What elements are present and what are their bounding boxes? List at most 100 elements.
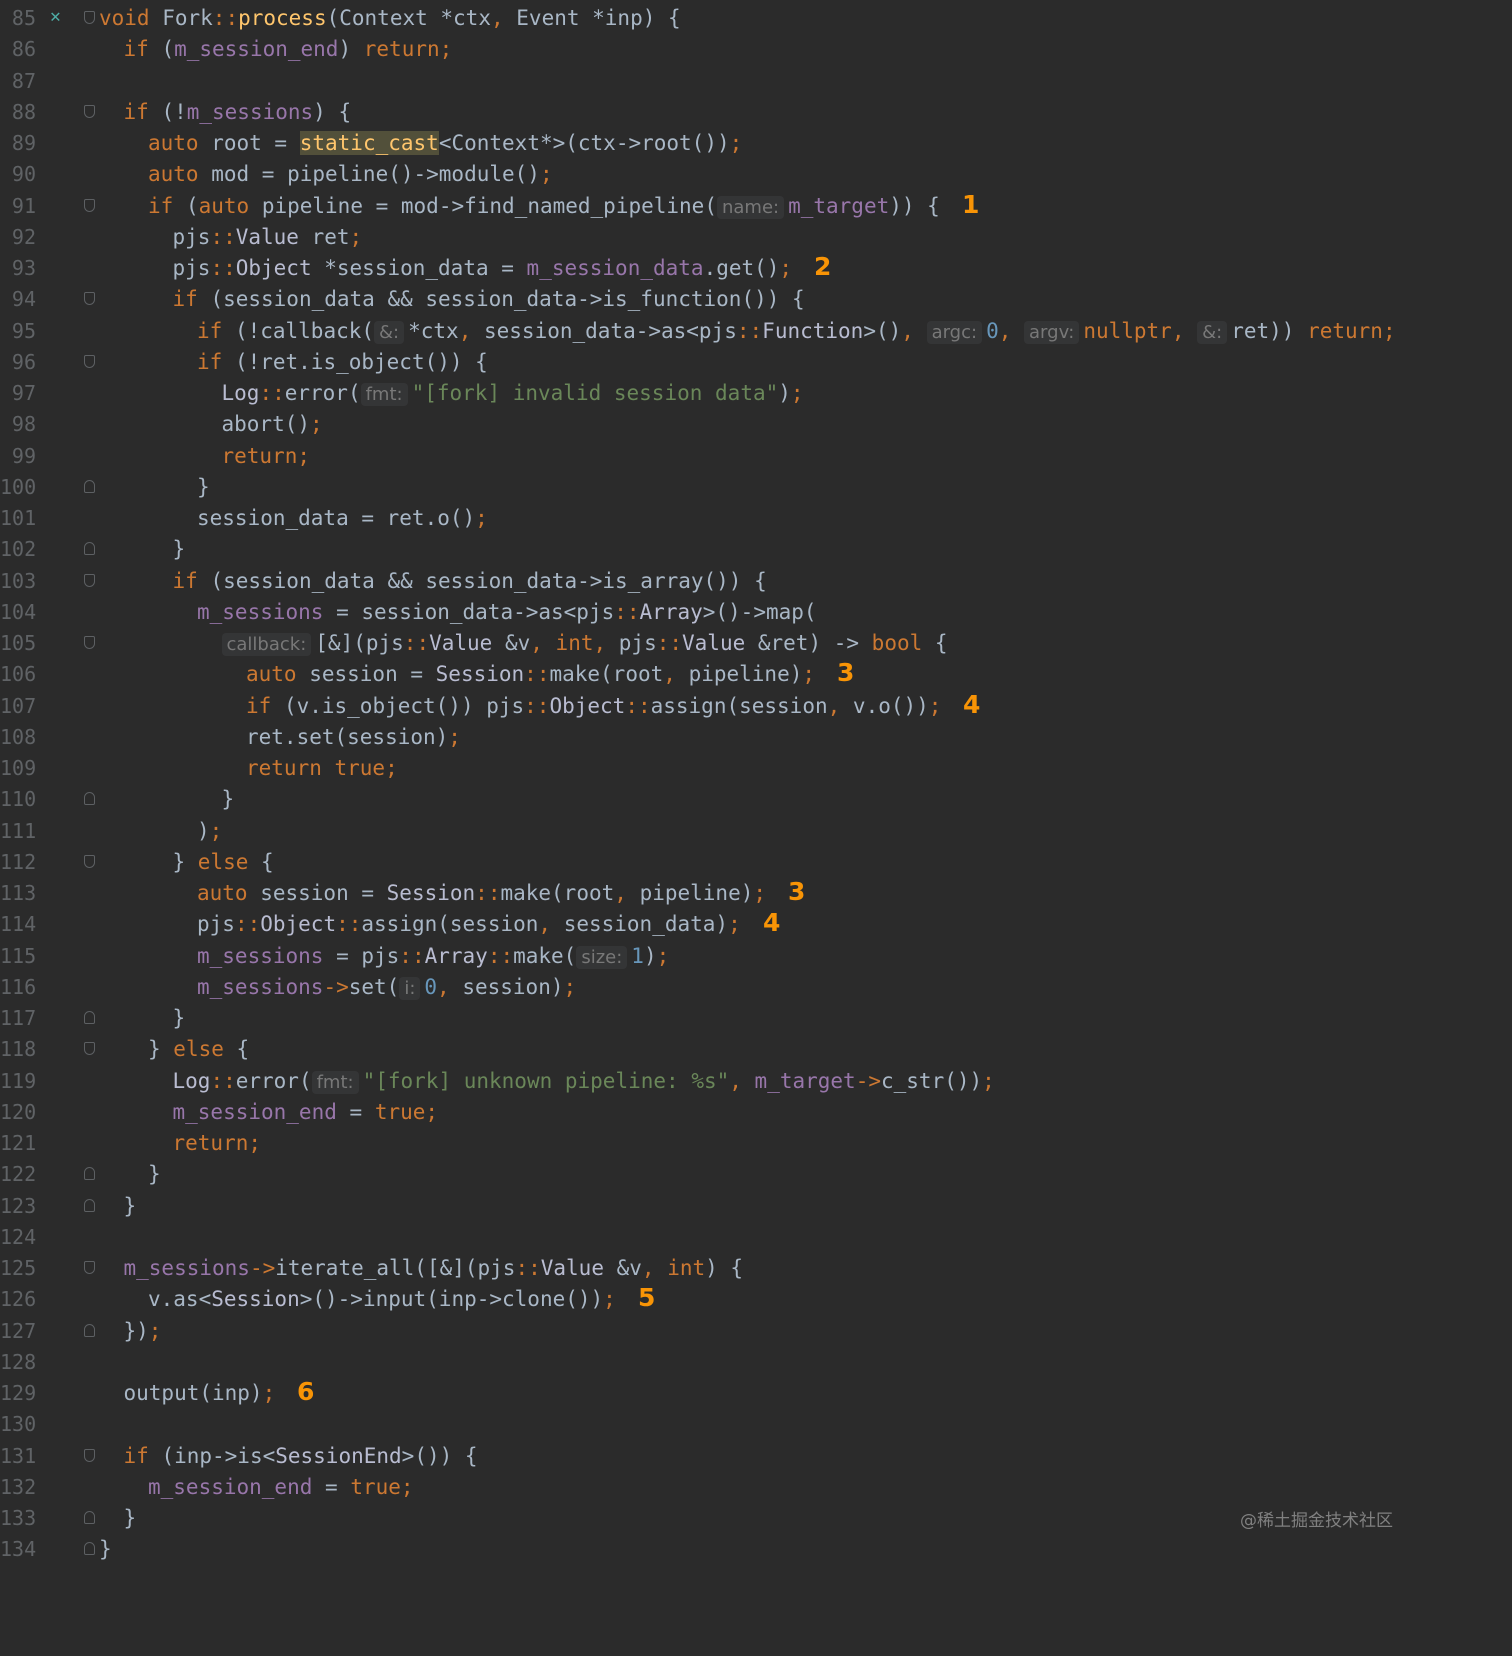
fold-end-icon[interactable] [84, 1198, 95, 1212]
fold-collapse-icon[interactable] [84, 11, 95, 24]
code-line[interactable]: 106 auto session = Session::make(root, pi… [0, 658, 1432, 689]
code-token: , [538, 912, 564, 937]
code-line[interactable]: 112} else { [0, 846, 1432, 877]
fold-end-icon[interactable] [84, 1323, 95, 1337]
code-line[interactable]: 89 auto root = static_cast<Context*>(ctx-… [0, 127, 1432, 158]
code-token: pjs [197, 912, 235, 937]
code-token: void [99, 6, 163, 30]
code-line[interactable]: 116 m_sessions->set(i: 0, session); [0, 971, 1432, 1002]
code-editor[interactable]: 85 ✕ void Fork::process(Context *ctx, Even… [0, 0, 1432, 1568]
code-line[interactable]: 125 m_sessions->iterate_all([&](pjs::Valu… [0, 1252, 1432, 1283]
code-line[interactable]: 99 return; [0, 440, 1432, 471]
line-number: 116 [0, 974, 37, 999]
code-token: session_data->as<pjs [484, 318, 737, 343]
code-line[interactable]: 129 output(inp); 6 [0, 1377, 1432, 1408]
fold-collapse-icon[interactable] [84, 1261, 95, 1274]
code-token: , [530, 631, 556, 655]
code-line[interactable]: 93 pjs::Object *session_data = m_session_… [0, 252, 1432, 283]
code-line[interactable]: 114 pjs::Object::assign(session, session_… [0, 908, 1432, 939]
code-line[interactable]: 109 return true; [0, 752, 1432, 783]
code-text: } [197, 472, 210, 502]
code-line[interactable]: 107 if (v.is_object()) pjs::Object::assig… [0, 690, 1432, 721]
code-text: auto root = static_cast<Context*>(ctx->r… [148, 128, 742, 158]
line-number: 129 [0, 1381, 37, 1405]
code-line[interactable]: 127}); [0, 1315, 1432, 1346]
fold-collapse-icon[interactable] [84, 636, 95, 649]
code-line[interactable]: 121 return; [0, 1127, 1432, 1158]
code-token: &ret) -> [757, 631, 872, 655]
code-line[interactable]: 88 if (!m_sessions) { [0, 96, 1432, 127]
code-line[interactable]: 110} [0, 783, 1432, 814]
code-token: output(inp) [123, 1381, 263, 1405]
code-token: m_session_data [526, 256, 704, 280]
code-text: void Fork::process(Context *ctx, Event *… [99, 3, 681, 33]
code-line[interactable]: 94 if (session_data && session_data->is_f… [0, 283, 1432, 314]
code-line[interactable]: 97 Log::error(fmt: "[fork] invalid session… [0, 377, 1432, 408]
line-number: 113 [0, 881, 37, 905]
fold-end-icon[interactable] [84, 542, 95, 556]
code-line[interactable]: 104 m_sessions = session_data->as<pjs::Ar… [0, 596, 1432, 627]
code-line[interactable]: 131 if (inp->is<SessionEnd>()) { [0, 1440, 1432, 1471]
fold-collapse-icon[interactable] [84, 854, 95, 868]
code-line[interactable]: 96 if (!ret.is_object()) { [0, 346, 1432, 377]
fold-collapse-icon[interactable] [84, 198, 95, 212]
code-line[interactable]: 86 if (m_session_end) return; [0, 33, 1432, 64]
code-token: Array [424, 943, 488, 968]
code-text: pjs::Object *session_data = m_session_da… [173, 253, 793, 283]
code-line[interactable]: 126 v.as<Session>()->input(inp->clone());… [0, 1283, 1432, 1314]
code-line[interactable]: 122} [0, 1158, 1432, 1189]
fold-end-icon[interactable] [84, 792, 95, 806]
fold-collapse-icon[interactable] [84, 1042, 95, 1056]
code-line[interactable]: 87 [0, 65, 1432, 96]
code-line[interactable]: 103 if (session_data && session_data->is_… [0, 565, 1432, 596]
code-line[interactable]: 102} [0, 533, 1432, 564]
code-token: :: [212, 6, 239, 30]
fold-collapse-icon[interactable] [84, 104, 95, 118]
code-line[interactable]: 113 auto session = Session::make(root, pi… [0, 877, 1432, 908]
line-number: 93 [11, 256, 36, 280]
line-number: 109 [0, 756, 37, 780]
fold-end-icon[interactable] [84, 479, 95, 493]
code-line[interactable]: 101 session_data = ret.o(); [0, 502, 1432, 533]
fold-end-icon[interactable] [84, 1542, 95, 1556]
fold-end-icon[interactable] [84, 1011, 95, 1024]
code-line[interactable]: 92 pjs::Value ret; [0, 221, 1432, 252]
code-line[interactable]: 130 [0, 1408, 1432, 1439]
code-text: Log::error(fmt: "[fork] invalid session d… [222, 378, 804, 410]
fold-collapse-icon[interactable] [84, 573, 95, 587]
fold-end-icon[interactable] [84, 1511, 95, 1524]
code-line[interactable]: 95 if (!callback(&: *ctx, session_data->as… [0, 315, 1432, 346]
code-line[interactable]: 119 Log::error(fmt: "[fork] unknown pipeli… [0, 1065, 1432, 1096]
code-line[interactable]: 117} [0, 1002, 1432, 1033]
code-token: } [172, 537, 186, 562]
code-line[interactable]: 90 auto mod = pipeline()->module(); [0, 158, 1432, 189]
code-line[interactable]: 132 m_session_end = true; [0, 1471, 1432, 1502]
code-line[interactable]: 118} else { [0, 1033, 1432, 1064]
line-number: 112 [0, 849, 37, 874]
code-line[interactable]: 134} [0, 1533, 1432, 1564]
code-line[interactable]: 91 if (auto pipeline = mod->find_named_pi… [0, 190, 1432, 221]
fold-end-icon[interactable] [84, 1167, 95, 1181]
fold-collapse-icon[interactable] [84, 1448, 95, 1462]
code-line[interactable]: 115 m_sessions = pjs::Array::make(size: 1)… [0, 940, 1432, 971]
fold-collapse-icon[interactable] [84, 292, 95, 306]
line-number: 110 [0, 787, 37, 812]
code-line[interactable]: 111); [0, 815, 1432, 846]
code-line[interactable]: 123} [0, 1190, 1432, 1221]
line-number: 101 [0, 506, 37, 530]
code-line[interactable]: 133} [0, 1502, 1432, 1533]
code-line[interactable]: 98 abort(); [0, 408, 1432, 439]
code-line[interactable]: 128 [0, 1346, 1432, 1377]
code-text: m_session_end = true; [148, 1472, 414, 1502]
code-line[interactable]: 100} [0, 471, 1432, 502]
line-number: 122 [0, 1162, 37, 1187]
code-line[interactable]: 120 m_session_end = true; [0, 1096, 1432, 1127]
code-line[interactable]: 108 ret.set(session); [0, 721, 1432, 752]
code-line[interactable]: 105 callback: [&](pjs::Value &v, int, pjs:… [0, 627, 1432, 658]
code-line[interactable]: 124 [0, 1221, 1432, 1252]
implementation-marker-icon[interactable]: ✕ [50, 3, 61, 31]
code-token: :: [210, 1068, 236, 1093]
code-text: auto session = Session::make(root, pipel… [197, 878, 766, 908]
fold-collapse-icon[interactable] [84, 354, 95, 368]
code-line[interactable]: 85 ✕ void Fork::process(Context *ctx, Even… [0, 2, 1432, 33]
